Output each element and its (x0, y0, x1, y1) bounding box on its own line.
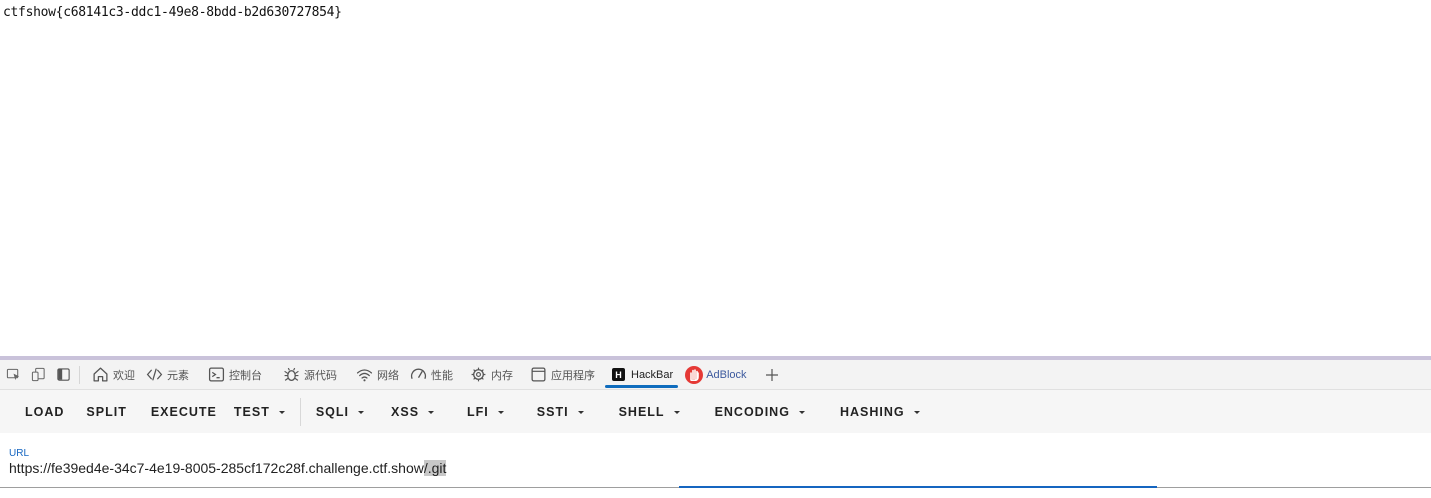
execute-button[interactable]: EXECUTE (140, 395, 230, 429)
url-text: https://fe39ed4e-34c7-4e19-8005-285cf172… (9, 460, 424, 476)
chevron-down-icon (798, 411, 805, 414)
encoding-label: ENCODING (714, 404, 790, 419)
split-label: SPLIT (86, 404, 127, 419)
tab-memory[interactable]: 内存 (464, 360, 518, 389)
test-label: TEST (233, 404, 270, 419)
sqli-label: SQLI (315, 404, 350, 419)
hashing-label: HASHING (839, 404, 905, 419)
lfi-label: LFI (467, 404, 489, 419)
ssti-dropdown-button[interactable]: SSTI (517, 395, 597, 429)
chevron-down-icon (497, 411, 504, 414)
home-icon (92, 366, 109, 383)
test-dropdown-button[interactable]: TEST (230, 395, 298, 429)
tab-label: 欢迎 (113, 369, 135, 382)
load-button[interactable]: LOAD (12, 395, 77, 429)
split-button[interactable]: SPLIT (77, 395, 139, 429)
ssti-label: SSTI (536, 404, 569, 419)
execute-label: EXECUTE (150, 404, 217, 419)
code-tag-icon (146, 366, 163, 383)
shell-label: SHELL (618, 404, 665, 419)
console-icon (208, 366, 225, 383)
tab-label: 应用程序 (551, 369, 595, 382)
tab-label: HackBar (631, 368, 674, 381)
tab-performance[interactable]: 性能 (404, 360, 458, 389)
tab-console[interactable]: 控制台 (202, 360, 267, 389)
sqli-dropdown-button[interactable]: SQLI (303, 395, 377, 429)
xss-label: XSS (391, 404, 420, 419)
load-label: LOAD (25, 404, 65, 419)
tab-label: 网络 (377, 369, 399, 382)
lfi-dropdown-button[interactable]: LFI (447, 395, 517, 429)
chevron-down-icon (673, 411, 680, 414)
xss-dropdown-button[interactable]: XSS (377, 395, 447, 429)
url-label: URL (9, 448, 30, 459)
url-field-container: URL https://fe39ed4e-34c7-4e19-8005-285c… (0, 433, 1431, 498)
shell-dropdown-button[interactable]: SHELL (597, 395, 693, 429)
tab-sources[interactable]: 源代码 (277, 360, 342, 389)
chevron-down-icon (913, 411, 920, 414)
dock-side-icon[interactable] (51, 363, 75, 387)
adblock-hand-icon (684, 365, 704, 385)
url-selected-text: /.git (423, 460, 447, 476)
tab-label: AdBlock (706, 368, 747, 381)
url-input[interactable]: https://fe39ed4e-34c7-4e19-8005-285cf172… (9, 460, 1419, 476)
wifi-icon (356, 366, 373, 383)
encoding-dropdown-button[interactable]: ENCODING (693, 395, 818, 429)
chevron-down-icon (577, 411, 584, 414)
app-window-icon (530, 366, 547, 383)
tab-welcome[interactable]: 欢迎 (86, 360, 140, 389)
toolbar-divider (299, 397, 301, 426)
hackbar-toolbar: LOAD SPLIT EXECUTE TEST SQLI XSS LFI SST… (0, 390, 1431, 433)
flag-text: ctfshow{c68141c3-ddc1-49e8-8bdd-b2d63072… (3, 5, 342, 20)
page-content: ctfshow{c68141c3-ddc1-49e8-8bdd-b2d63072… (0, 0, 1431, 356)
devtools-panel: 欢迎 元素 控制台 源代码 网络 性能 内存 应用程序 H HackBar Ad… (0, 356, 1431, 498)
tab-label: 元素 (167, 369, 189, 382)
toolbar-separator (79, 365, 80, 384)
url-focus-indicator (679, 486, 1157, 488)
tab-network[interactable]: 网络 (350, 360, 404, 389)
tab-label: 源代码 (304, 369, 337, 382)
hackbar-logo-icon: H (610, 366, 627, 383)
tab-hackbar[interactable]: H HackBar (602, 360, 681, 389)
chevron-down-icon (358, 411, 365, 414)
devtools-tab-bar: 欢迎 元素 控制台 源代码 网络 性能 内存 应用程序 H HackBar Ad… (0, 360, 1431, 390)
tab-application[interactable]: 应用程序 (524, 360, 600, 389)
chevron-down-icon (278, 411, 285, 414)
tab-adblock[interactable]: AdBlock (681, 360, 751, 389)
plus-icon[interactable] (760, 363, 784, 387)
device-emulation-icon[interactable] (26, 363, 50, 387)
bug-icon (283, 366, 300, 383)
tab-elements[interactable]: 元素 (140, 360, 194, 389)
hashing-dropdown-button[interactable]: HASHING (818, 395, 933, 429)
chevron-down-icon (428, 411, 435, 414)
tab-label: 控制台 (229, 369, 262, 382)
memory-chip-icon (470, 366, 487, 383)
tab-label: 内存 (491, 369, 513, 382)
speedometer-icon (410, 366, 427, 383)
inspect-element-icon[interactable] (1, 363, 25, 387)
tab-label: 性能 (431, 369, 453, 382)
